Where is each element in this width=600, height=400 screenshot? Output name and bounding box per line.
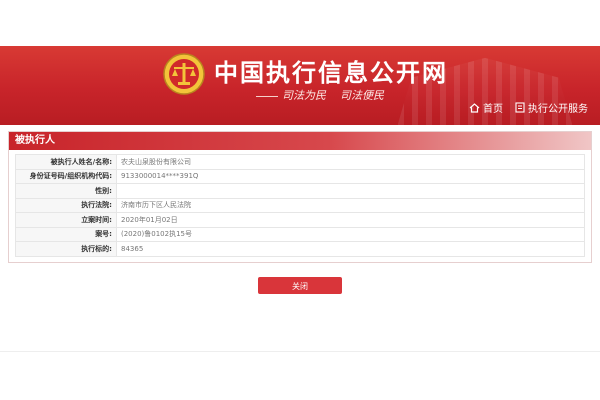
panel-title: 被执行人 <box>9 132 591 150</box>
nav-home-label: 首页 <box>483 104 503 115</box>
row-label: 性别: <box>15 183 117 199</box>
row-label: 案号: <box>15 226 117 242</box>
site-title: 中国执行信息公开网 <box>214 59 448 87</box>
row-label: 立案时间: <box>15 212 117 228</box>
table-row: 执行标的: 84365 <box>15 241 585 257</box>
slogan-dash <box>256 95 278 97</box>
table-row: 被执行人姓名/名称: 农夫山泉股份有限公司 <box>15 154 585 170</box>
nav-service-link[interactable]: 执行公开服务 <box>515 100 588 115</box>
row-label: 执行标的: <box>15 241 117 257</box>
row-value: 9133000014****391Q <box>116 168 585 184</box>
nav-service-label: 执行公开服务 <box>528 104 588 115</box>
debtor-info-panel: 被执行人 被执行人姓名/名称: 农夫山泉股份有限公司 身份证号码/组织机构代码:… <box>8 131 592 263</box>
row-value: 济南市历下区人民法院 <box>116 197 585 213</box>
slogan-2: 司法便民 <box>340 89 384 102</box>
debtor-info-table: 被执行人姓名/名称: 农夫山泉股份有限公司 身份证号码/组织机构代码: 9133… <box>15 154 585 257</box>
table-row: 执行法院: 济南市历下区人民法院 <box>15 197 585 213</box>
close-button[interactable]: 关闭 <box>258 277 342 294</box>
nav-home-link[interactable]: 首页 <box>469 100 503 115</box>
document-icon <box>515 102 525 113</box>
row-value: 2020年01月02日 <box>116 212 585 228</box>
table-row: 案号: (2020)鲁0102执15号 <box>15 226 585 242</box>
divider <box>0 351 600 352</box>
top-nav: 首页 执行公开服务 <box>469 100 588 115</box>
row-label: 身份证号码/组织机构代码: <box>15 168 117 184</box>
slogans: 司法为民 司法便民 <box>256 87 384 103</box>
table-row: 性别: <box>15 183 585 199</box>
court-emblem-icon <box>163 53 205 95</box>
home-icon <box>469 102 480 113</box>
row-label: 执行法院: <box>15 197 117 213</box>
row-value: (2020)鲁0102执15号 <box>116 226 585 242</box>
page: 中国执行信息公开网 司法为民 司法便民 首页 执行公开服务 被执行人 被执行人姓名… <box>0 0 600 400</box>
table-row: 立案时间: 2020年01月02日 <box>15 212 585 228</box>
row-value: 农夫山泉股份有限公司 <box>116 154 585 170</box>
row-value <box>116 183 585 199</box>
row-label: 被执行人姓名/名称: <box>15 154 117 170</box>
table-row: 身份证号码/组织机构代码: 9133000014****391Q <box>15 168 585 184</box>
row-value: 84365 <box>116 241 585 257</box>
slogan-1: 司法为民 <box>282 89 326 102</box>
